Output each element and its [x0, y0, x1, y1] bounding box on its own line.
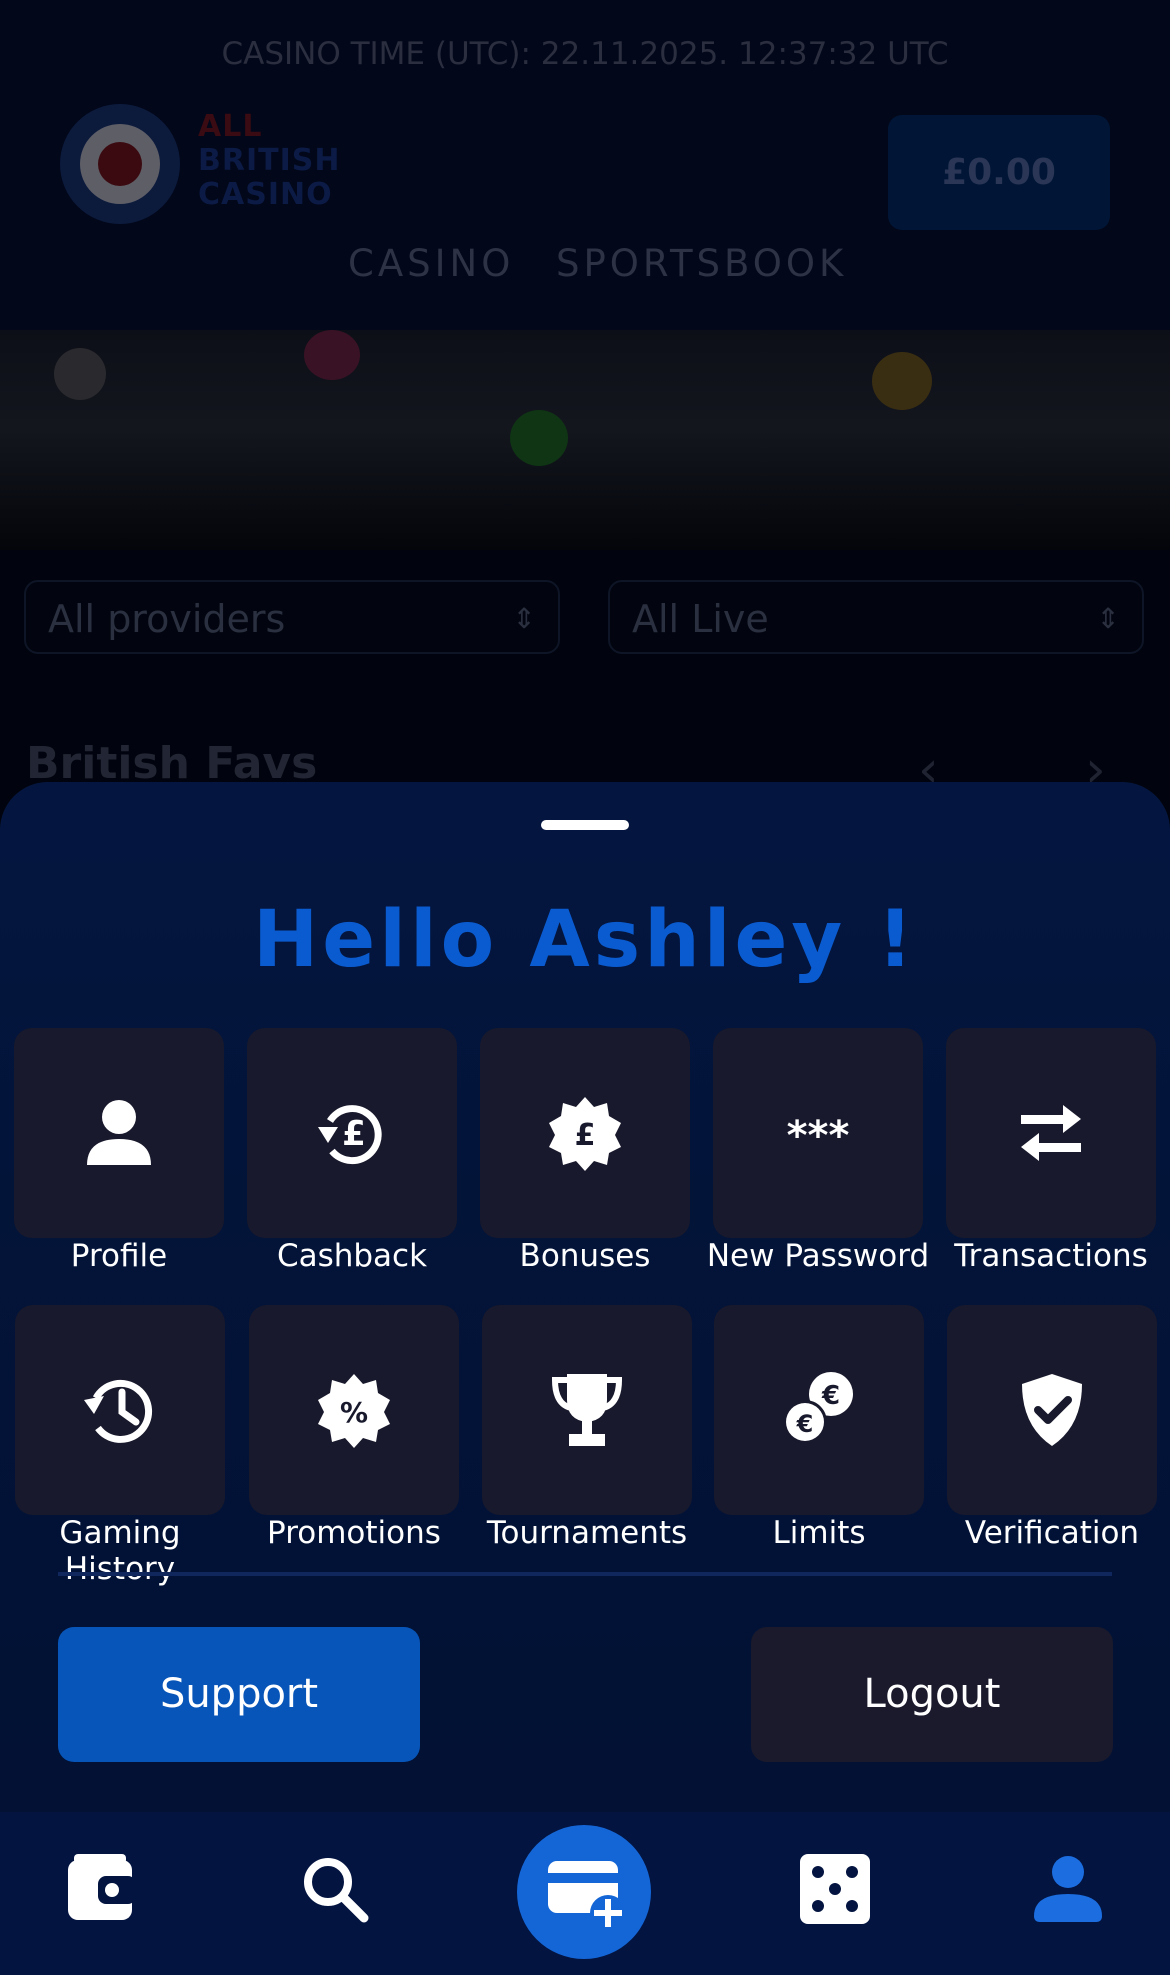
divider — [58, 1572, 1112, 1576]
svg-text:£: £ — [575, 1118, 596, 1153]
history-icon — [84, 1379, 153, 1443]
menu-tile-gaming-history[interactable] — [15, 1305, 225, 1515]
roundel-icon — [60, 104, 180, 224]
bingo-ball — [304, 330, 360, 380]
menu-label-gaming-history: Gaming History — [59, 1515, 181, 1587]
password-icon: *** — [787, 1113, 850, 1159]
euro-coins-icon: € € — [783, 1372, 853, 1444]
menu-tile-transactions[interactable] — [946, 1028, 1156, 1238]
shield-check-icon — [1022, 1374, 1082, 1446]
logo-text: ALL BRITISH CASINO — [198, 109, 341, 212]
menu-label-new-password: New Password — [706, 1238, 930, 1274]
menu-tile-cashback[interactable]: £ — [247, 1028, 457, 1238]
sheet-drag-handle[interactable] — [541, 820, 629, 830]
balance-button[interactable]: £0.00 — [888, 115, 1110, 230]
nav-casino[interactable]: CASINO — [348, 242, 514, 285]
svg-text:***: *** — [787, 1113, 850, 1159]
menu-label-promotions: Promotions — [267, 1515, 441, 1551]
sort-arrows-icon: ⇕ — [1096, 602, 1120, 635]
account-icon[interactable] — [1030, 1852, 1106, 1928]
greeting: Hello Ashley ! — [253, 895, 917, 985]
deposit-button[interactable] — [517, 1825, 651, 1959]
svg-text:£: £ — [342, 1114, 366, 1154]
menu-tile-profile[interactable] — [14, 1028, 224, 1238]
menu-label-tournaments: Tournaments — [486, 1515, 688, 1551]
providers-select[interactable]: All providers ⇕ — [24, 580, 560, 654]
svg-text:%: % — [340, 1396, 368, 1429]
dice-icon[interactable] — [798, 1852, 874, 1928]
menu-tile-tournaments[interactable] — [482, 1305, 692, 1515]
cashback-icon: £ — [318, 1105, 382, 1165]
svg-text:€: € — [796, 1410, 814, 1438]
transfer-arrows-icon — [1021, 1105, 1081, 1161]
bingo-ball — [54, 348, 106, 400]
wallet-icon[interactable] — [64, 1852, 140, 1928]
bingo-ball — [510, 410, 568, 466]
menu-label-limits: Limits — [772, 1515, 866, 1551]
bingo-ball — [872, 352, 932, 410]
top-bar: CASINO TIME (UTC): 22.11.2025. 12:37:32 … — [0, 0, 1170, 330]
nav-sportsbook[interactable]: SPORTSBOOK — [556, 242, 847, 285]
svg-text:€: € — [821, 1381, 840, 1411]
menu-tile-verification[interactable] — [947, 1305, 1157, 1515]
menu-label-bonuses: Bonuses — [519, 1238, 651, 1274]
search-icon[interactable] — [298, 1852, 374, 1928]
menu-label-cashback: Cashback — [276, 1238, 428, 1274]
casino-logo[interactable]: ALL BRITISH CASINO — [60, 104, 360, 224]
promo-banner[interactable] — [0, 330, 1170, 550]
menu-tile-bonuses[interactable]: £ — [480, 1028, 690, 1238]
trophy-icon — [551, 1374, 623, 1446]
menu-tile-limits[interactable]: € € — [714, 1305, 924, 1515]
sort-arrows-icon: ⇕ — [512, 602, 536, 635]
percent-badge-icon: % — [318, 1374, 390, 1448]
menu-label-profile: Profile — [70, 1238, 168, 1274]
bonus-badge-icon: £ — [549, 1097, 621, 1171]
page: CASINO TIME (UTC): 22.11.2025. 12:37:32 … — [0, 0, 1170, 1975]
menu-tile-promotions[interactable]: % — [249, 1305, 459, 1515]
menu-label-transactions: Transactions — [954, 1238, 1148, 1274]
casino-time: CASINO TIME (UTC): 22.11.2025. 12:37:32 … — [221, 36, 949, 72]
deposit-card-icon — [548, 1861, 626, 1931]
logout-button[interactable]: Logout — [751, 1627, 1113, 1762]
menu-label-verification: Verification — [964, 1515, 1140, 1551]
live-select[interactable]: All Live ⇕ — [608, 580, 1144, 654]
menu-tile-new-password[interactable]: *** — [713, 1028, 923, 1238]
support-button[interactable]: Support — [58, 1627, 420, 1762]
user-icon — [87, 1100, 151, 1165]
